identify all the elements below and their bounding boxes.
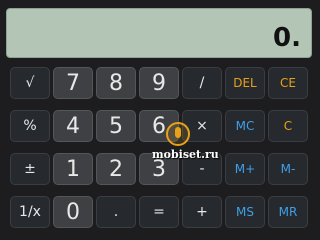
- memory-recall-button[interactable]: MR: [268, 196, 308, 228]
- delete-button[interactable]: DEL: [225, 67, 265, 99]
- clear-entry-button[interactable]: CE: [268, 67, 308, 99]
- watermark: mobiset.ru: [152, 148, 219, 161]
- touch-cursor-icon: [166, 122, 190, 146]
- plus-button[interactable]: +: [182, 196, 222, 228]
- memory-subtract-button[interactable]: M-: [268, 153, 308, 185]
- divide-button[interactable]: /: [182, 67, 222, 99]
- digit-7-button[interactable]: 7: [53, 67, 93, 99]
- plus-minus-button[interactable]: ±: [10, 153, 50, 185]
- equals-button[interactable]: =: [139, 196, 179, 228]
- clear-button[interactable]: C: [268, 110, 308, 142]
- keypad: √ 7 8 9 / DEL CE % 4 5 6 × MC C ± 1 2 3 …: [0, 0, 320, 240]
- memory-store-button[interactable]: MS: [225, 196, 265, 228]
- decimal-point-button[interactable]: .: [96, 196, 136, 228]
- reciprocal-button[interactable]: 1/x: [10, 196, 50, 228]
- sqrt-button[interactable]: √: [10, 67, 50, 99]
- digit-5-button[interactable]: 5: [96, 110, 136, 142]
- digit-8-button[interactable]: 8: [96, 67, 136, 99]
- digit-9-button[interactable]: 9: [139, 67, 179, 99]
- digit-2-button[interactable]: 2: [96, 153, 136, 185]
- digit-1-button[interactable]: 1: [53, 153, 93, 185]
- memory-add-button[interactable]: M+: [225, 153, 265, 185]
- percent-button[interactable]: %: [10, 110, 50, 142]
- memory-clear-button[interactable]: MC: [225, 110, 265, 142]
- digit-4-button[interactable]: 4: [53, 110, 93, 142]
- digit-0-button[interactable]: 0: [53, 196, 93, 228]
